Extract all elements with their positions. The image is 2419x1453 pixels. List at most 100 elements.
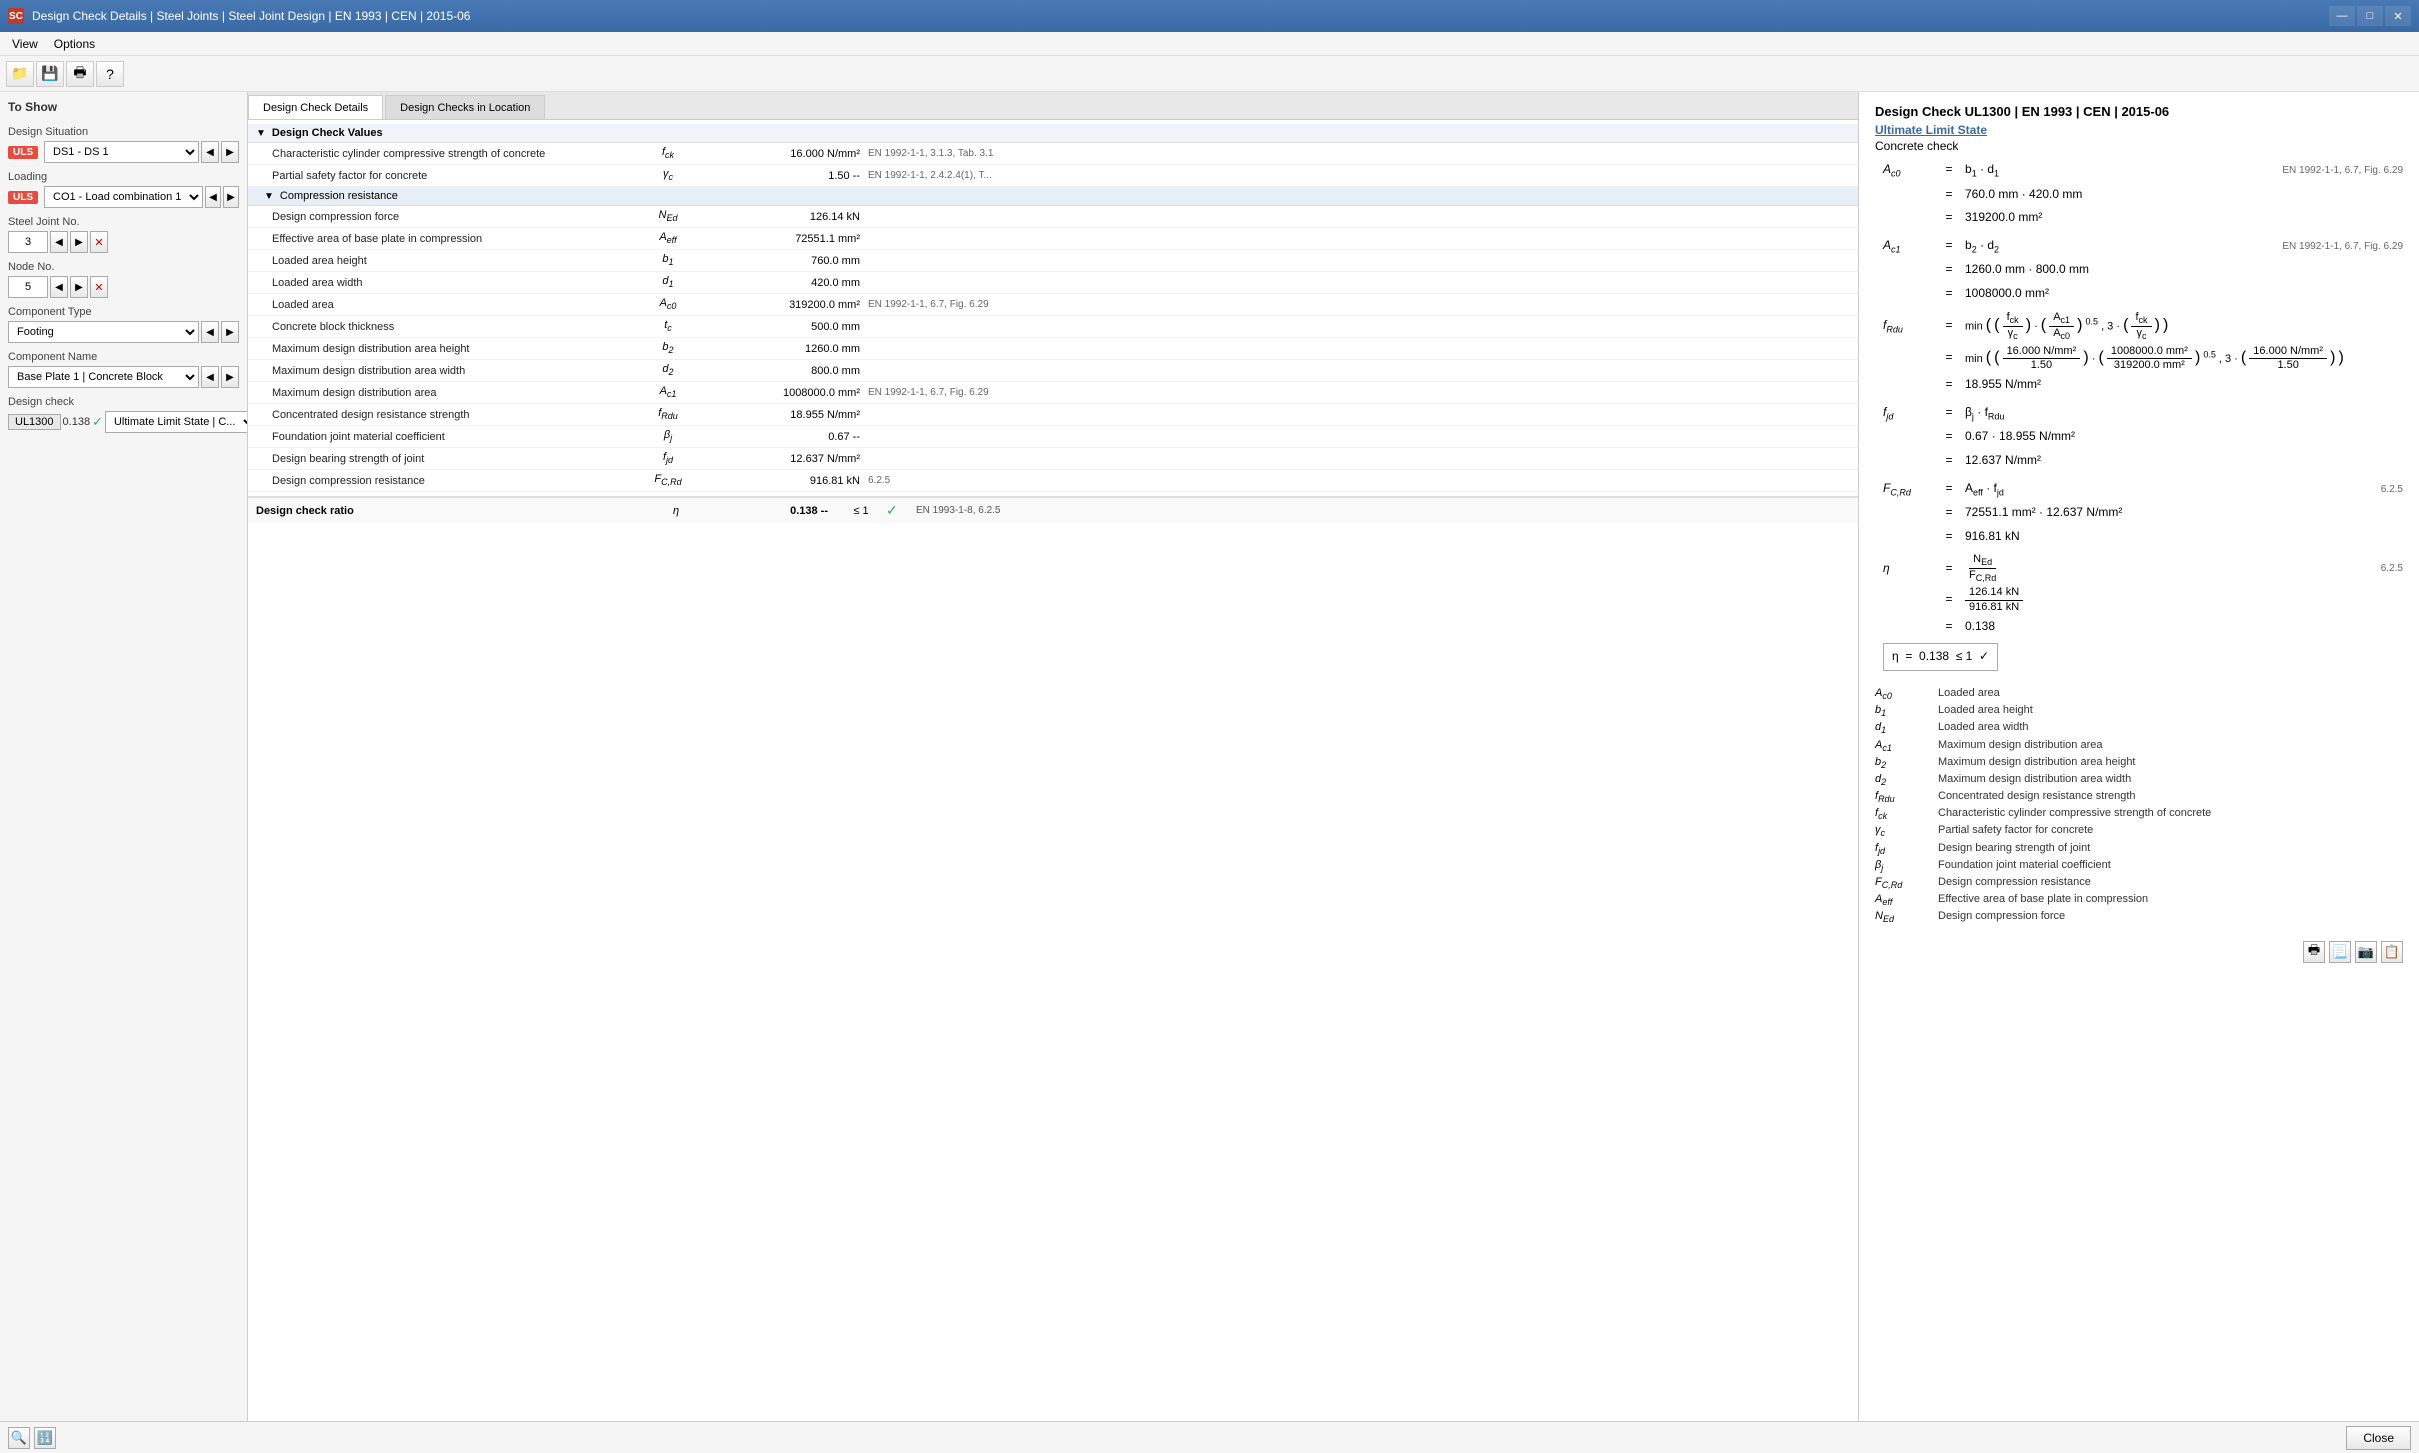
ratio-ref: EN 1993-1-8, 6.2.5 [916,505,1850,516]
design-situation-label: Design Situation [8,126,239,138]
table-row: Design compression resistance FC,Rd 916.… [248,470,1858,492]
tab-bar: Design Check Details Design Checks in Lo… [248,92,1858,120]
val-ac0-formula: b1 · d1 [1965,159,2276,182]
row-symbol: Ac1 [628,385,708,399]
section-header-cr[interactable]: ▼ Compression resistance [248,187,1858,206]
rp-btn-4[interactable]: 📋 [2381,941,2403,963]
tab-design-checks-location[interactable]: Design Checks in Location [385,95,545,119]
component-name-section: Component Name Base Plate 1 | Concrete B… [8,351,239,388]
row-value: 1260.0 mm [708,343,868,355]
loading-row: ULS CO1 - Load combination 1 ◀ ▶ [8,186,239,208]
node-no-input[interactable] [8,276,48,298]
row-value: 12.637 N/mm² [708,453,868,465]
row-symbol: b2 [628,341,708,355]
row-value: 0.67 -- [708,431,868,443]
toolbar-save-button[interactable]: 💾 [36,61,64,87]
row-value: 16.000 N/mm² [708,148,868,160]
table-row: Design bearing strength of joint fjd 12.… [248,448,1858,470]
node-prev-button[interactable]: ◀ [50,276,68,298]
ds-next-button[interactable]: ▶ [221,141,239,163]
row-name: Loaded area width [248,277,628,289]
sj-prev-button[interactable]: ◀ [50,231,68,253]
toolbar-help-button[interactable]: ? [96,61,124,87]
tab-design-check-details[interactable]: Design Check Details [248,95,383,119]
legend-row: b2 Maximum design distribution area heig… [1875,756,2403,770]
minimize-button[interactable]: — [2329,6,2355,26]
table-row: Maximum design distribution area Ac1 100… [248,382,1858,404]
component-type-row: Footing ◀ ▶ [8,321,239,343]
table-row: Loaded area width d1 420.0 mm [248,272,1858,294]
table-row: Partial safety factor for concrete γc 1.… [248,165,1858,187]
val-fcrd-result: 916.81 kN [1965,526,2403,548]
row-symbol: γc [628,168,708,182]
design-check-select[interactable]: Ultimate Limit State | C... [105,411,248,433]
table-row: Design compression force NEd 126.14 kN [248,206,1858,228]
cn-next-button[interactable]: ▶ [221,366,239,388]
row-name: Design compression resistance [248,475,628,487]
design-check-pass: ✓ [92,414,103,430]
rp-toolbar: 🖶 📃 📷 📋 [1875,941,2403,963]
section-header-dcv[interactable]: ▼ Design Check Values [248,124,1858,143]
row-value: 72551.1 mm² [708,233,868,245]
co-next-button[interactable]: ▶ [223,186,239,208]
close-button[interactable]: Close [2346,1426,2411,1450]
sj-reset-button[interactable]: ✕ [90,231,108,253]
node-no-section: Node No. ◀ ▶ ✕ [8,261,239,298]
component-type-select[interactable]: Footing [8,321,199,343]
math-block-ac1: Ac1 = b2 · d2 EN 1992-1-1, 6.7, Fig. 6.2… [1875,235,2403,305]
rp-btn-1[interactable]: 🖶 [2303,941,2325,963]
maximize-button[interactable]: □ [2357,6,2383,26]
row-value: 18.955 N/mm² [708,409,868,421]
sj-next-button[interactable]: ▶ [70,231,88,253]
window-title: Design Check Details | Steel Joints | St… [32,9,2329,23]
ct-prev-button[interactable]: ◀ [201,321,219,343]
status-search-icon[interactable]: 🔍 [8,1427,30,1449]
design-situation-row: ULS DS1 - DS 1 ◀ ▶ [8,141,239,163]
toolbar-open-button[interactable]: 📁 [6,61,34,87]
val-frdu-formula: min ( ( fckγc ) · ( Ac1Ac0 ) 0.5 , 3 · (… [1965,311,2403,342]
menubar: View Options [0,32,2419,56]
row-symbol: NEd [628,209,708,223]
component-name-select[interactable]: Base Plate 1 | Concrete Block [8,366,199,388]
toolbar-print-button[interactable]: 🖶 [66,61,94,87]
row-name: Maximum design distribution area [248,387,628,399]
node-next-button[interactable]: ▶ [70,276,88,298]
row-symbol: βj [628,429,708,443]
rp-btn-2[interactable]: 📃 [2329,941,2351,963]
design-check-ratio-row: Design check ratio η 0.138 -- ≤ 1 ✓ EN 1… [248,496,1858,523]
app-icon: SC [8,8,24,24]
row-symbol: fRdu [628,407,708,421]
ct-next-button[interactable]: ▶ [221,321,239,343]
center-panel: Design Check Details Design Checks in Lo… [248,92,1859,1421]
menu-view[interactable]: View [4,35,46,53]
legend-row: fjd Design bearing strength of joint [1875,842,2403,856]
val-fjd-result: 12.637 N/mm² [1965,450,2403,472]
row-name: Partial safety factor for concrete [248,170,628,182]
loading-select[interactable]: CO1 - Load combination 1 [44,186,203,208]
val-eta-formula: NEd FC,Rd [1965,553,2375,584]
val-fjd-calc: 0.67 · 18.955 N/mm² [1965,426,2403,448]
steel-joint-no-input[interactable] [8,231,48,253]
node-no-label: Node No. [8,261,239,273]
row-symbol: fck [628,146,708,160]
math-block-eta-check: η = 0.138 ≤ 1 ✓ [1875,643,2403,671]
row-ref: EN 1992-1-1, 6.7, Fig. 6.29 [868,387,1858,398]
row-name: Loaded area [248,299,628,311]
rp-state: Ultimate Limit State [1875,123,2403,137]
node-reset-button[interactable]: ✕ [90,276,108,298]
co-prev-button[interactable]: ◀ [205,186,221,208]
legend-table: Ac0 Loaded area b1 Loaded area height d1… [1875,687,2403,925]
status-calc-icon[interactable]: 🔢 [34,1427,56,1449]
row-ref: EN 1992-1-1, 2.4.2.4(1), T... [868,170,1858,181]
close-window-button[interactable]: ✕ [2385,6,2411,26]
ds-prev-button[interactable]: ◀ [201,141,219,163]
math-block-eta: η = NEd FC,Rd 6.2.5 = 126.14 kN 916.81 k… [1875,553,2403,637]
val-ac0-result: 319200.0 mm² [1965,207,2403,229]
design-check-code: UL1300 [8,414,61,430]
cn-prev-button[interactable]: ◀ [201,366,219,388]
design-situation-select[interactable]: DS1 - DS 1 [44,141,199,163]
legend-row: Ac0 Loaded area [1875,687,2403,701]
math-block-fjd: fjd = βj · fRdu = 0.67 · 18.955 N/mm² = … [1875,402,2403,472]
menu-options[interactable]: Options [46,35,103,53]
rp-btn-3[interactable]: 📷 [2355,941,2377,963]
